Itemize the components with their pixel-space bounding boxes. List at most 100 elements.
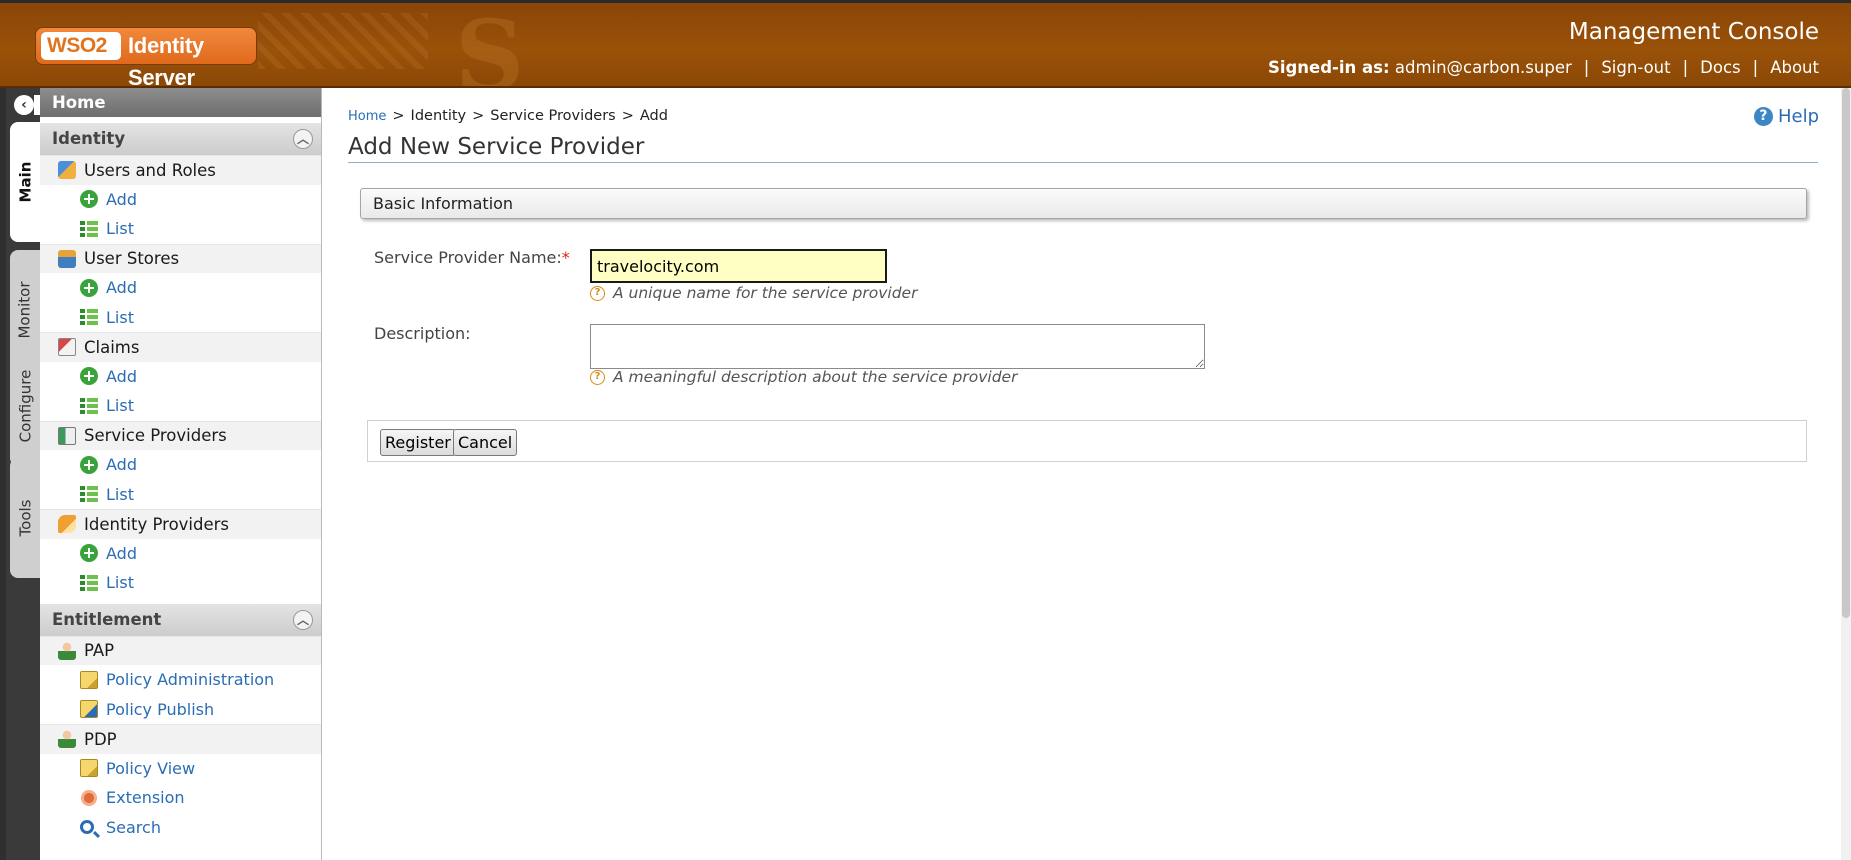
breadcrumb-identity: Identity [410, 108, 467, 124]
sign-out-link[interactable]: Sign-out [1601, 58, 1670, 77]
breadcrumb-separator: > [621, 108, 634, 124]
register-button[interactable]: Register [380, 429, 456, 456]
sidebar-item-policy-publish[interactable]: Policy Publish [40, 695, 321, 725]
sidebar-group-user-stores[interactable]: User Stores [40, 243, 321, 273]
service-provider-name-input[interactable] [590, 249, 887, 283]
sidebar-group-claims[interactable]: Claims [40, 332, 321, 362]
signed-in-user: admin@carbon.super [1394, 58, 1572, 77]
help-label: Help [1777, 106, 1819, 127]
breadcrumb-separator: > [472, 108, 485, 124]
sidebar-item-search[interactable]: Search [40, 813, 321, 843]
sidebar-item-label: Add [106, 543, 137, 563]
claims-icon [58, 338, 76, 357]
sidebar-group-label: PDP [84, 729, 117, 749]
list-icon [80, 573, 98, 592]
sidebar-group-label: Service Providers [84, 426, 227, 446]
sidebar-group-label: User Stores [84, 249, 180, 269]
separator: | [1752, 58, 1759, 77]
sidebar-item-service-providers-add[interactable]: Add [40, 450, 321, 480]
tab-configure[interactable]: Configure [10, 346, 40, 466]
vertical-tab-strip: ‹ Main Monitor Configure Tools [0, 88, 40, 860]
add-icon [80, 544, 98, 563]
sidebar-group-label: Claims [84, 337, 140, 357]
service-provider-name-label: Service Provider Name:* [374, 248, 570, 267]
sidebar-group-label: Users and Roles [84, 160, 216, 180]
sidebar-home[interactable]: Home [40, 88, 321, 117]
breadcrumb-service-providers: Service Providers [490, 108, 616, 124]
tab-tools[interactable]: Tools [10, 458, 40, 578]
breadcrumb-separator: > [392, 108, 405, 124]
user-store-icon [58, 249, 76, 268]
button-bar: Register Cancel [367, 420, 1807, 462]
sidebar-group-label: PAP [84, 641, 115, 661]
header-bar: WSO2 Identity Server S Management Consol… [0, 0, 1851, 112]
sidebar-item-users-list[interactable]: List [40, 214, 321, 244]
separator: | [1682, 58, 1689, 77]
sidebar-item-label: Add [106, 278, 137, 298]
list-icon [80, 396, 98, 415]
sidebar-item-service-providers-list[interactable]: List [40, 480, 321, 510]
sidebar-group-service-providers[interactable]: Service Providers [40, 420, 321, 450]
tab-main[interactable]: Main [10, 122, 40, 242]
main-content: Home > Identity > Service Providers > Add ? He… [322, 88, 1851, 860]
sidebar-item-label: Extension [106, 788, 185, 808]
sidebar-menu: Home Identity ︿ Users and Roles Add List… [40, 88, 322, 860]
cancel-button[interactable]: Cancel [453, 429, 518, 456]
description-textarea[interactable] [590, 324, 1205, 369]
sidebar-item-user-stores-add[interactable]: Add [40, 273, 321, 303]
sidebar-group-pap[interactable]: PAP [40, 635, 321, 665]
about-link[interactable]: About [1770, 58, 1819, 77]
policy-publish-icon [80, 700, 98, 719]
pap-icon [58, 641, 76, 660]
sidebar-item-users-add[interactable]: Add [40, 185, 321, 215]
basic-information-header[interactable]: Basic Information [360, 188, 1807, 219]
tab-main-label: Main [16, 161, 34, 203]
page-scrollbar[interactable] [1841, 88, 1851, 860]
sidebar-item-label: Add [106, 366, 137, 386]
sidebar-item-label: Add [106, 455, 137, 475]
sidebar-item-label: Search [106, 817, 161, 837]
logo-product-name: Identity Server [128, 33, 204, 90]
extension-icon [80, 788, 98, 807]
sidebar-item-claims-add[interactable]: Add [40, 362, 321, 392]
chevron-up-icon[interactable]: ︿ [293, 609, 313, 630]
sidebar-item-label: List [106, 573, 134, 593]
scrollbar-thumb[interactable] [1842, 88, 1850, 618]
tab-monitor-label: Monitor [16, 281, 34, 339]
name-hint: ? A unique name for the service provider [590, 284, 917, 302]
sidebar-item-identity-providers-list[interactable]: List [40, 568, 321, 598]
sidebar-item-policy-view[interactable]: Policy View [40, 754, 321, 784]
list-icon [80, 219, 98, 238]
section-entitlement-title: Entitlement [52, 609, 162, 629]
docs-link[interactable]: Docs [1700, 58, 1740, 77]
sidebar-group-pdp[interactable]: PDP [40, 724, 321, 754]
help-link[interactable]: ? Help [1753, 106, 1819, 127]
breadcrumb-home-link[interactable]: Home [348, 109, 386, 124]
sidebar-item-policy-administration[interactable]: Policy Administration [40, 665, 321, 695]
sidebar-group-label: Identity Providers [84, 514, 230, 534]
section-entitlement: Entitlement ︿ [40, 603, 321, 636]
hint-question-icon: ? [590, 369, 605, 385]
sidebar-item-claims-list[interactable]: List [40, 391, 321, 421]
add-icon [80, 190, 98, 209]
sidebar-item-label: Policy View [106, 758, 196, 778]
chevron-up-icon[interactable]: ︿ [293, 129, 313, 149]
hint-question-icon: ? [590, 285, 605, 301]
sidebar-group-users-and-roles[interactable]: Users and Roles [40, 155, 321, 185]
signed-in-info: Signed-in as: admin@carbon.super [1268, 58, 1572, 77]
sidebar-item-extension[interactable]: Extension [40, 783, 321, 813]
help-icon: ? [1753, 107, 1773, 126]
collapse-menu-icon[interactable]: ‹ [14, 95, 34, 115]
sidebar-item-label: Add [106, 189, 137, 209]
description-hint: ? A meaningful description about the ser… [590, 368, 1017, 386]
sidebar-item-identity-providers-add[interactable]: Add [40, 539, 321, 569]
page-title: Add New Service Provider [348, 134, 645, 160]
sidebar-item-user-stores-list[interactable]: List [40, 303, 321, 333]
header-decoration [258, 13, 428, 69]
service-provider-icon [58, 426, 76, 445]
breadcrumb: Home > Identity > Service Providers > Add [348, 108, 668, 124]
identity-provider-icon [58, 515, 76, 534]
list-icon [80, 308, 98, 327]
tab-tools-label: Tools [16, 499, 35, 537]
sidebar-group-identity-providers[interactable]: Identity Providers [40, 509, 321, 539]
